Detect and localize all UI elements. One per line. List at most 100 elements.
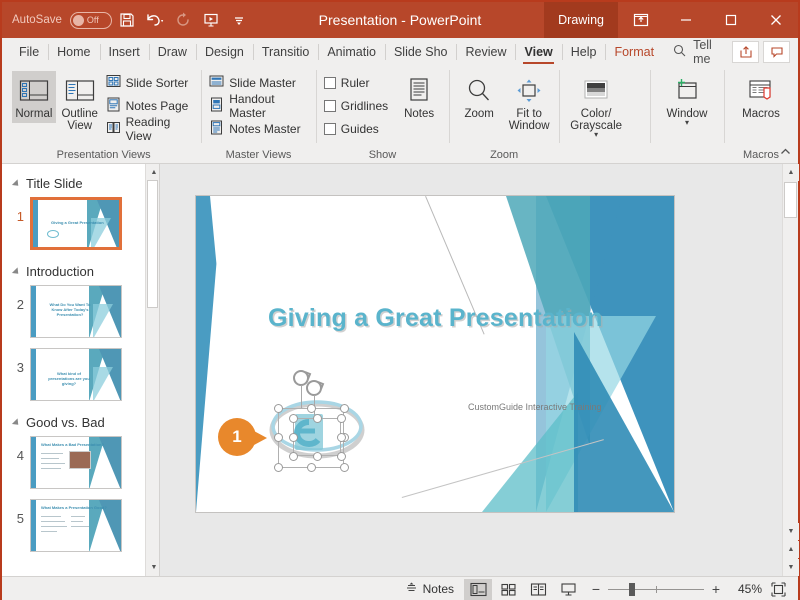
minimize-button[interactable] — [663, 2, 708, 38]
selected-object-logo-graphic[interactable] — [264, 364, 370, 472]
thumb-left-bar — [31, 500, 36, 551]
resize-handle — [274, 433, 283, 442]
thumb-bullet-line — [41, 463, 65, 464]
handout-master-button[interactable]: Handout Master — [207, 92, 310, 120]
notes-page-button[interactable]: Notes Page — [104, 95, 196, 117]
tell-me-search[interactable]: Tell me — [663, 38, 732, 66]
ribbon-display-options-icon[interactable] — [618, 2, 663, 38]
scroll-up-button[interactable]: ▲ — [146, 164, 159, 181]
thumbnail-slide-4[interactable]: 4 What Makes a Bad Presentation? — [2, 434, 159, 497]
scroll-down-button[interactable]: ▼ — [783, 523, 799, 540]
chevron-down-icon: ▾ — [594, 130, 599, 139]
tab-design[interactable]: Design — [195, 38, 253, 66]
thumb-bullet-line — [41, 521, 65, 522]
group-title-show: Show — [368, 149, 397, 161]
notes-toggle-button[interactable]: Notes — [397, 579, 462, 600]
resize-handle — [340, 404, 349, 413]
resize-handle — [289, 452, 298, 461]
close-button[interactable] — [753, 2, 798, 38]
scroll-down-button[interactable]: ▼ — [146, 559, 159, 576]
status-bar-right: Notes − + 45% — [397, 578, 792, 600]
collapse-triangle-icon — [11, 178, 22, 189]
comments-icon[interactable] — [763, 41, 790, 63]
section-header-introduction[interactable]: Introduction — [2, 258, 159, 283]
tab-animations[interactable]: Animatio — [318, 38, 385, 66]
slide-thumbnail-image: What Makes a Presentation Good? — [30, 499, 122, 552]
resize-handle — [307, 404, 316, 413]
slide-title-text[interactable]: Giving a Great Presentation — [268, 304, 603, 333]
guides-checkbox[interactable]: Guides — [322, 118, 393, 140]
autosave-toggle[interactable]: Off — [69, 11, 112, 29]
slide-show-button[interactable] — [554, 579, 582, 600]
reading-view-button[interactable] — [524, 579, 552, 600]
redo-icon[interactable] — [170, 7, 196, 33]
thumb-bullet-line — [41, 516, 61, 517]
ruler-checkbox[interactable]: Ruler — [322, 72, 393, 94]
tab-format[interactable]: Format — [605, 38, 663, 66]
window-button[interactable]: Window ▾ — [656, 71, 718, 129]
notes-button[interactable]: Notes — [395, 71, 443, 123]
tab-file[interactable]: File — [10, 38, 48, 66]
tab-home[interactable]: Home — [48, 38, 99, 66]
section-header-title-slide[interactable]: Title Slide — [2, 170, 159, 195]
maximize-button[interactable] — [708, 2, 753, 38]
thumbnail-pane-scrollbar[interactable]: ▲ ▼ — [145, 164, 159, 576]
tab-help[interactable]: Help — [561, 38, 606, 66]
undo-icon[interactable] — [142, 7, 168, 33]
thumbnail-slide-2[interactable]: 2 What Do You Want To Know After Today's… — [2, 283, 159, 346]
section-header-good-vs-bad[interactable]: Good vs. Bad — [2, 409, 159, 434]
next-slide-button[interactable]: ▼ — [783, 559, 799, 576]
previous-slide-button[interactable]: ▲ — [783, 541, 799, 558]
tab-insert[interactable]: Insert — [99, 38, 149, 66]
zoom-level-label[interactable]: 45% — [730, 582, 762, 596]
zoom-slider[interactable]: − + — [584, 581, 728, 597]
ribbon: Normal Outline View Slide Sorter Notes P… — [2, 66, 798, 164]
macros-button[interactable]: Macros — [730, 71, 792, 123]
zoom-slider-knob[interactable] — [629, 582, 636, 596]
thumb-bullet-line — [71, 521, 83, 522]
scrollbar-thumb[interactable] — [147, 180, 158, 308]
share-icon[interactable] — [732, 41, 759, 63]
slide-number: 2 — [16, 297, 24, 312]
outline-view-button[interactable]: Outline View — [58, 71, 102, 135]
slide-subtitle-text[interactable]: CustomGuide Interactive Training — [468, 402, 602, 412]
tab-bar-right-controls — [732, 38, 798, 66]
tab-draw[interactable]: Draw — [148, 38, 196, 66]
tab-transitions[interactable]: Transitio — [252, 38, 318, 66]
fit-to-window-button[interactable]: Zoom Fit to Window — [505, 71, 553, 135]
normal-view-button[interactable] — [464, 578, 492, 600]
notes-master-button[interactable]: Notes Master — [207, 118, 310, 140]
scrollbar-thumb[interactable] — [784, 182, 797, 218]
scroll-up-button[interactable]: ▲ — [783, 164, 799, 181]
reading-view-button[interactable]: Reading View — [104, 115, 196, 143]
save-icon[interactable] — [114, 7, 140, 33]
customize-quick-access-toolbar-icon[interactable] — [226, 7, 252, 33]
section-name: Good vs. Bad — [26, 415, 105, 430]
start-slideshow-icon[interactable] — [198, 7, 224, 33]
resize-handle — [274, 404, 283, 413]
slide-sorter-button[interactable] — [494, 579, 522, 600]
thumbnail-slide-3[interactable]: 3 What kind of presentations are you giv… — [2, 346, 159, 409]
tab-slide-show[interactable]: Slide Sho — [384, 38, 457, 66]
contextual-tab-drawing[interactable]: Drawing — [544, 2, 618, 38]
zoom-slider-track[interactable] — [608, 582, 704, 596]
fit-slide-to-window-button[interactable] — [764, 579, 792, 600]
normal-view-button[interactable]: Normal — [12, 71, 56, 123]
gridlines-checkbox[interactable]: Gridlines — [322, 95, 393, 117]
slide-sorter-button[interactable]: Slide Sorter — [104, 72, 196, 94]
slide-editor-scrollbar[interactable]: ▲ ▼ ▲ ▼ — [782, 164, 799, 576]
tab-view[interactable]: View — [515, 38, 561, 66]
slide-number: 4 — [16, 448, 24, 463]
zoom-out-button[interactable]: − — [590, 581, 602, 597]
color-grayscale-button[interactable]: Color/ Grayscale ▾ — [565, 71, 627, 141]
tab-review[interactable]: Review — [456, 38, 515, 66]
zoom-button[interactable]: Zoom — [455, 71, 503, 123]
macros-button-label: Macros — [742, 108, 780, 120]
slide-master-button[interactable]: Slide Master — [207, 72, 310, 94]
thumbnail-slide-1[interactable]: 1 Giving a Great Presentation — [2, 195, 159, 258]
thumbnail-slide-5[interactable]: 5 What Makes a Presentation Good? — [2, 497, 159, 560]
zoom-in-button[interactable]: + — [710, 581, 722, 597]
collapse-ribbon-button[interactable] — [779, 145, 792, 161]
slide-master-icon — [209, 74, 224, 92]
current-slide[interactable]: Giving a Great Presentation CustomGuide … — [196, 196, 674, 512]
